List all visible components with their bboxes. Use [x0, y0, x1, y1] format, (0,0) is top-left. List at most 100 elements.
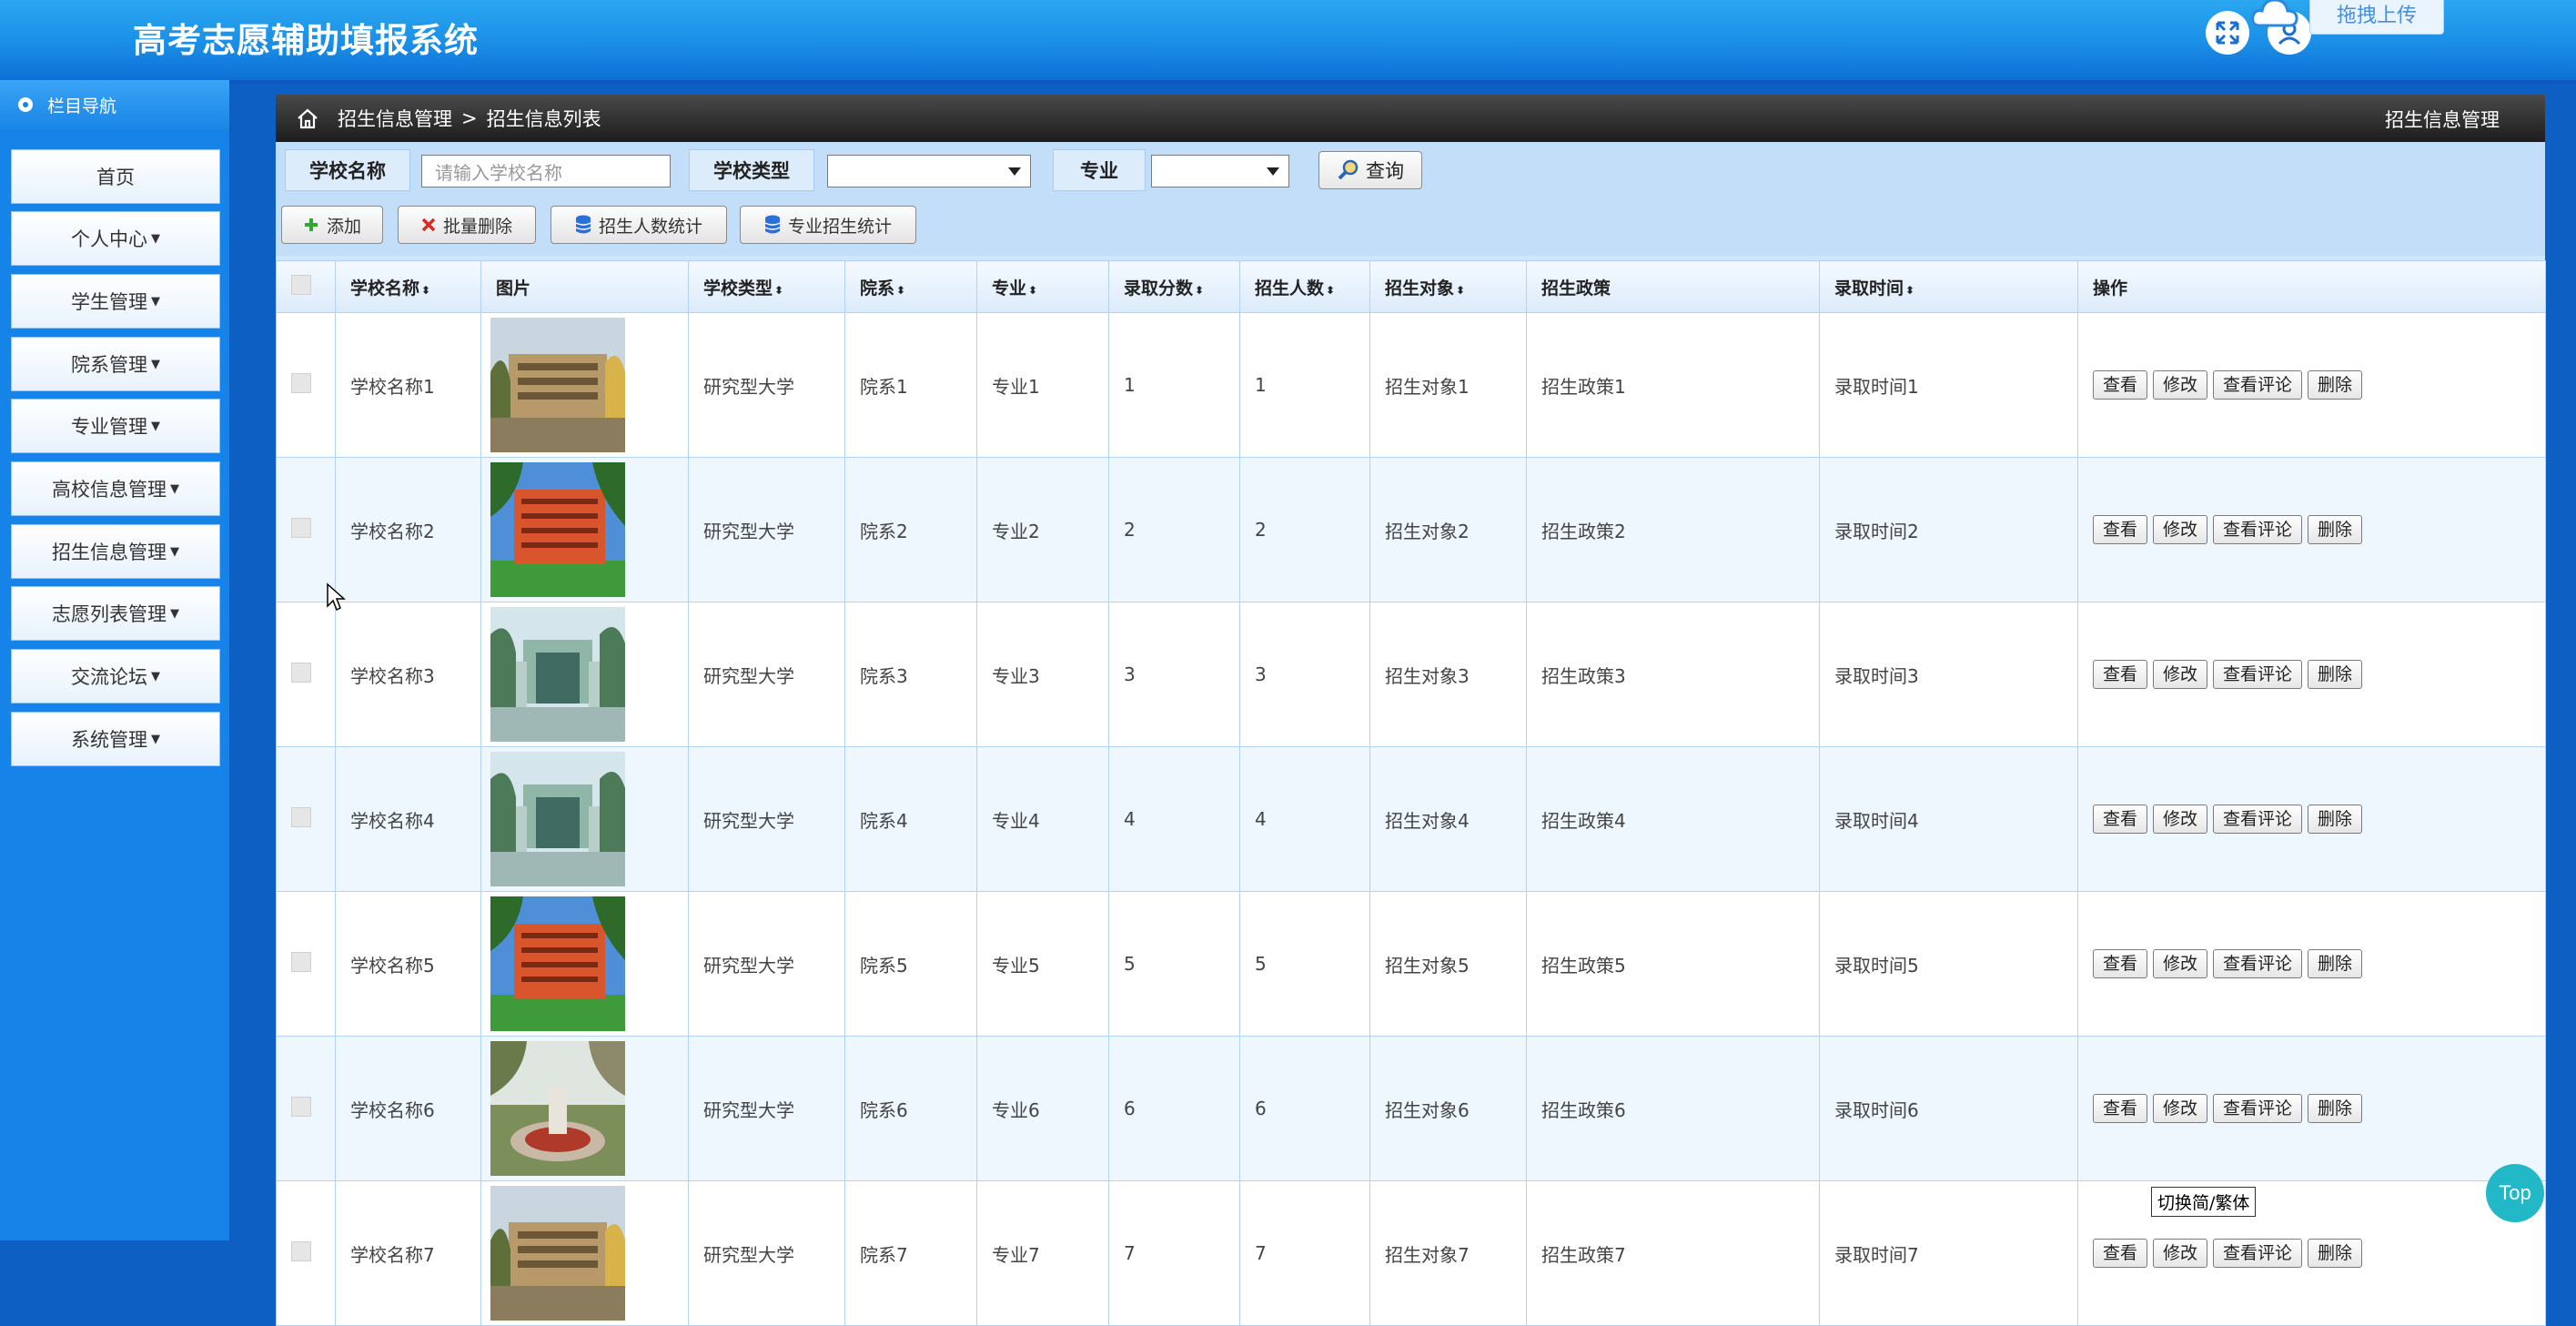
delete-button[interactable]: 删除: [2308, 1094, 2363, 1123]
table-row: 学校名称3 研究型大学 院系3 专业3 3 3 招生对象3 招生政策3 录取时间3 查看 修改 查看评…: [276, 602, 2546, 747]
school-photo[interactable]: [490, 607, 687, 742]
row-actions-cell: 查看 修改 查看评论 删除: [2077, 891, 2546, 1037]
row-select-cell[interactable]: [276, 746, 336, 892]
home-icon[interactable]: [296, 107, 319, 129]
view-button[interactable]: 查看: [2093, 805, 2148, 834]
enrollment-stats-button[interactable]: 招生人数统计: [551, 206, 727, 244]
view-button[interactable]: 查看: [2093, 370, 2148, 400]
school-photo[interactable]: [490, 896, 687, 1031]
sort-icon: ⬍: [774, 283, 784, 297]
view-comments-button[interactable]: 查看评论: [2213, 515, 2303, 544]
row-checkbox[interactable]: [291, 662, 311, 683]
delete-button[interactable]: 删除: [2308, 660, 2363, 689]
school-type-select[interactable]: [827, 155, 1031, 187]
major-select[interactable]: [1151, 155, 1289, 187]
column-header[interactable]: 录取分数 ⬍: [1108, 260, 1240, 313]
row-checkbox[interactable]: [291, 372, 311, 393]
column-header[interactable]: 院系 ⬍: [844, 260, 977, 313]
breadcrumb-current: 招生信息列表: [486, 108, 601, 130]
delete-button[interactable]: 删除: [2308, 805, 2363, 834]
view-button[interactable]: 查看: [2093, 1094, 2148, 1123]
edit-button[interactable]: 修改: [2153, 1239, 2208, 1268]
column-header[interactable]: 录取时间 ⬍: [1819, 260, 2078, 313]
query-button-label: 查询: [1366, 160, 1404, 182]
sidebar-item-personal-center[interactable]: 个人中心 ▼: [11, 211, 220, 266]
view-button[interactable]: 查看: [2093, 660, 2148, 689]
column-header[interactable]: 专业 ⬍: [976, 260, 1109, 313]
row-select-cell[interactable]: [276, 602, 336, 747]
school-photo[interactable]: [490, 318, 687, 452]
view-comments-button[interactable]: 查看评论: [2213, 370, 2303, 400]
row-checkbox[interactable]: [291, 517, 311, 538]
sidebar-item-system[interactable]: 系统管理 ▼: [11, 712, 220, 766]
view-comments-button[interactable]: 查看评论: [2213, 1239, 2303, 1268]
view-button[interactable]: 查看: [2093, 949, 2148, 978]
row-checkbox[interactable]: [291, 951, 311, 972]
edit-button[interactable]: 修改: [2153, 805, 2208, 834]
sidebar-item-enrollment-info[interactable]: 招生信息管理 ▼: [11, 524, 220, 579]
enrollment-policy-cell: 招生政策6: [1526, 1036, 1820, 1181]
edit-button[interactable]: 修改: [2153, 515, 2208, 544]
delete-button[interactable]: 删除: [2308, 1239, 2363, 1268]
admission-time-cell: 录取时间2: [1819, 457, 2078, 602]
edit-button[interactable]: 修改: [2153, 370, 2208, 400]
view-comments-button[interactable]: 查看评论: [2213, 949, 2303, 978]
breadcrumb-root[interactable]: 招生信息管理: [338, 105, 452, 132]
batch-delete-button[interactable]: 批量删除: [398, 206, 536, 244]
edit-button[interactable]: 修改: [2153, 949, 2208, 978]
enrollment-target-cell: 招生对象5: [1369, 891, 1527, 1037]
row-select-cell[interactable]: [276, 891, 336, 1037]
school-photo[interactable]: [490, 1041, 687, 1176]
delete-button[interactable]: 删除: [2308, 370, 2363, 400]
select-all-checkbox[interactable]: [291, 274, 311, 295]
sidebar-item-university-info[interactable]: 高校信息管理 ▼: [11, 461, 220, 516]
school-name-input[interactable]: 请输入学校名称: [421, 155, 671, 187]
enrollment-stats-label: 招生人数统计: [598, 216, 702, 237]
column-header[interactable]: 学校名称 ⬍: [335, 260, 481, 313]
row-actions-cell: 查看 修改 查看评论 删除: [2077, 1036, 2546, 1181]
enrollment-target-cell: 招生对象4: [1369, 746, 1527, 892]
column-header[interactable]: 招生人数 ⬍: [1239, 260, 1370, 313]
view-comments-button[interactable]: 查看评论: [2213, 1094, 2303, 1123]
sidebar-item-label: 学生管理: [71, 291, 147, 313]
delete-button[interactable]: 删除: [2308, 515, 2363, 544]
admission-time-cell: 录取时间6: [1819, 1036, 2078, 1181]
view-comments-button[interactable]: 查看评论: [2213, 805, 2303, 834]
row-select-cell[interactable]: [276, 312, 336, 458]
sidebar-item-application-list[interactable]: 志愿列表管理 ▼: [11, 586, 220, 641]
view-comments-button[interactable]: 查看评论: [2213, 660, 2303, 689]
column-header[interactable]: 招生对象 ⬍: [1369, 260, 1527, 313]
column-header[interactable]: 学校类型 ⬍: [688, 260, 845, 313]
view-button[interactable]: 查看: [2093, 515, 2148, 544]
school-image-cell: [480, 457, 689, 602]
view-button[interactable]: 查看: [2093, 1239, 2148, 1268]
school-photo[interactable]: [490, 462, 687, 597]
sidebar-item-students[interactable]: 学生管理 ▼: [11, 274, 220, 329]
sidebar-item-forum[interactable]: 交流论坛 ▼: [11, 649, 220, 703]
row-select-cell[interactable]: [276, 1180, 336, 1326]
sidebar-item-majors[interactable]: 专业管理 ▼: [11, 399, 220, 453]
sidebar-item-home[interactable]: 首页: [11, 149, 220, 204]
admission-time-cell: 录取时间4: [1819, 746, 2078, 892]
row-checkbox[interactable]: [291, 806, 311, 827]
school-photo[interactable]: [490, 1186, 687, 1321]
sidebar-item-departments[interactable]: 院系管理 ▼: [11, 337, 220, 391]
row-checkbox[interactable]: [291, 1240, 311, 1261]
enrollment-count-cell: 1: [1239, 312, 1370, 458]
back-to-top-button[interactable]: Top: [2486, 1164, 2544, 1222]
department-cell: 院系6: [844, 1036, 977, 1181]
upload-button[interactable]: 拖拽上传: [2309, 0, 2444, 35]
row-select-cell[interactable]: [276, 1036, 336, 1181]
major-stats-button[interactable]: 专业招生统计: [740, 206, 916, 244]
delete-button[interactable]: 删除: [2308, 949, 2363, 978]
edit-button[interactable]: 修改: [2153, 1094, 2208, 1123]
query-button[interactable]: 查询: [1318, 151, 1422, 189]
add-button[interactable]: 添加: [281, 206, 383, 244]
select-all-cell[interactable]: [276, 260, 336, 313]
edit-button[interactable]: 修改: [2153, 660, 2208, 689]
school-photo[interactable]: [490, 752, 687, 886]
row-actions-cell: 查看 修改 查看评论 删除: [2077, 312, 2546, 458]
row-checkbox[interactable]: [291, 1096, 311, 1117]
row-select-cell[interactable]: [276, 457, 336, 602]
fullscreen-icon[interactable]: [2206, 11, 2249, 55]
